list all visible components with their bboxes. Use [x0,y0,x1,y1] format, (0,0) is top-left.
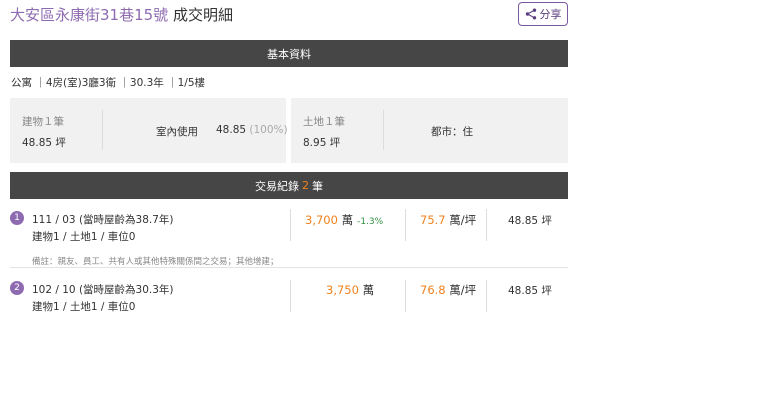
share-button[interactable]: 分享 [518,2,568,26]
record-divider [486,280,487,312]
records-title: 交易紀錄 [255,179,299,193]
record-detail: 建物1 / 土地1 / 車位0 [32,301,136,313]
indoor-use-value: 48.85 (100%) [216,124,288,136]
record-date: 102 / 10 (當時屋齡為30.3年) [32,284,174,296]
title-suffix: 成交明細 [168,6,233,24]
record-area: 48.85 坪 [508,215,552,227]
land-area: 8.95 坪 [303,137,341,149]
page-title: 大安區永康街31巷15號 成交明細 [10,4,233,25]
building-label: 建物１筆 [22,116,64,128]
land-info-box: 土地１筆 8.95 坪 都市：住 [291,98,568,163]
record-divider [290,209,291,241]
record-divider [290,280,291,312]
record-separator [10,267,568,268]
indoor-use-label: 室內使用 [156,126,198,138]
record-divider [405,209,406,241]
property-summary: 公寓 ｜4房(室)3廳3衛 ｜30.3年 ｜1/5樓 [11,77,206,89]
record-row-1[interactable]: 1 111 / 03 (當時屋齡為38.7年) 建物1 / 土地1 / 車位0 … [10,205,568,267]
record-detail: 建物1 / 土地1 / 車位0 [32,231,136,243]
record-unit-price: 75.7 萬/坪 [420,213,477,227]
share-label: 分享 [539,9,562,21]
record-price: 3,700 萬 -1.3% [305,213,384,227]
land-divider [383,110,384,150]
record-date: 111 / 03 (當時屋齡為38.7年) [32,214,174,226]
record-divider [486,209,487,241]
land-zone: 都市：住 [431,126,473,138]
record-row-2[interactable]: 2 102 / 10 (當時屋齡為30.3年) 建物1 / 土地1 / 車位0 … [10,276,568,316]
record-unit-price: 76.8 萬/坪 [420,283,477,297]
record-index-badge: 1 [10,211,24,225]
land-label: 土地１筆 [303,116,345,128]
record-price: 3,750 萬 [326,283,375,297]
record-index-badge: 2 [10,281,24,295]
record-divider [405,280,406,312]
record-area: 48.85 坪 [508,285,552,297]
share-icon [525,8,536,20]
building-info-box: 建物１筆 48.85 坪 室內使用 48.85 (100%) [10,98,288,163]
price-change: -1.3% [357,217,384,227]
property-address: 大安區永康街31巷15號 [10,6,169,24]
building-divider [102,110,103,150]
record-note: 備註：親友、員工、共有人或其他特殊關係間之交易；其他增建； [32,257,279,267]
basic-info-header: 基本資料 [10,40,568,67]
basic-info-title: 基本資料 [267,47,311,61]
records-count: 2 [302,179,309,192]
records-header: 交易紀錄 2 筆 [10,172,568,199]
building-area: 48.85 坪 [22,137,66,149]
records-suffix: 筆 [312,179,323,193]
